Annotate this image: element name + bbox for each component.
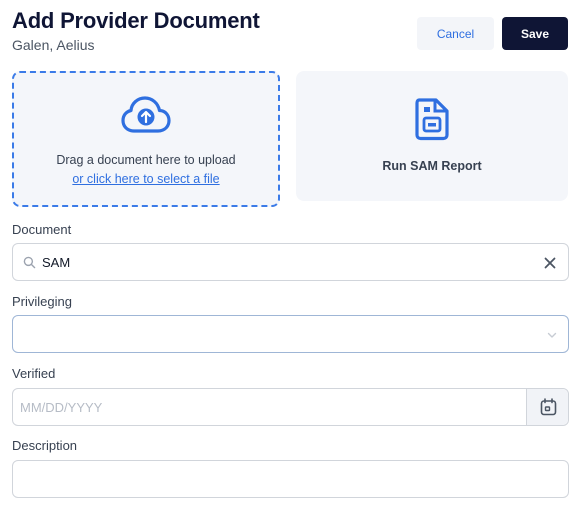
- privileging-label: Privileging: [12, 294, 72, 309]
- description-label: Description: [12, 438, 78, 453]
- verified-date-field[interactable]: [12, 388, 569, 426]
- run-sam-report-label: Run SAM Report: [382, 159, 482, 173]
- page-title: Add Provider Document: [12, 8, 260, 33]
- chevron-down-icon[interactable]: [546, 329, 558, 341]
- search-icon: [23, 256, 36, 269]
- calendar-icon: [540, 398, 557, 416]
- description-input[interactable]: [23, 470, 553, 488]
- cloud-upload-icon: [121, 96, 171, 133]
- provider-name: Galen, Aelius: [12, 37, 95, 53]
- document-search-input[interactable]: [42, 253, 522, 271]
- cancel-button[interactable]: Cancel: [417, 17, 494, 50]
- document-field[interactable]: [12, 243, 569, 281]
- description-field[interactable]: [12, 460, 569, 498]
- document-label: Document: [12, 222, 72, 237]
- verified-label: Verified: [12, 366, 56, 381]
- upload-dropzone[interactable]: Drag a document here to upload or click …: [12, 71, 280, 207]
- select-file-link[interactable]: or click here to select a file: [14, 172, 278, 186]
- verified-date-input[interactable]: [20, 398, 510, 416]
- close-icon[interactable]: [542, 255, 558, 271]
- save-button[interactable]: Save: [502, 17, 568, 50]
- run-sam-report-button[interactable]: Run SAM Report: [296, 71, 568, 201]
- document-report-icon: [415, 98, 449, 141]
- privileging-select[interactable]: [12, 315, 569, 353]
- upload-instructions: Drag a document here to upload: [56, 153, 236, 167]
- calendar-button[interactable]: [526, 389, 568, 425]
